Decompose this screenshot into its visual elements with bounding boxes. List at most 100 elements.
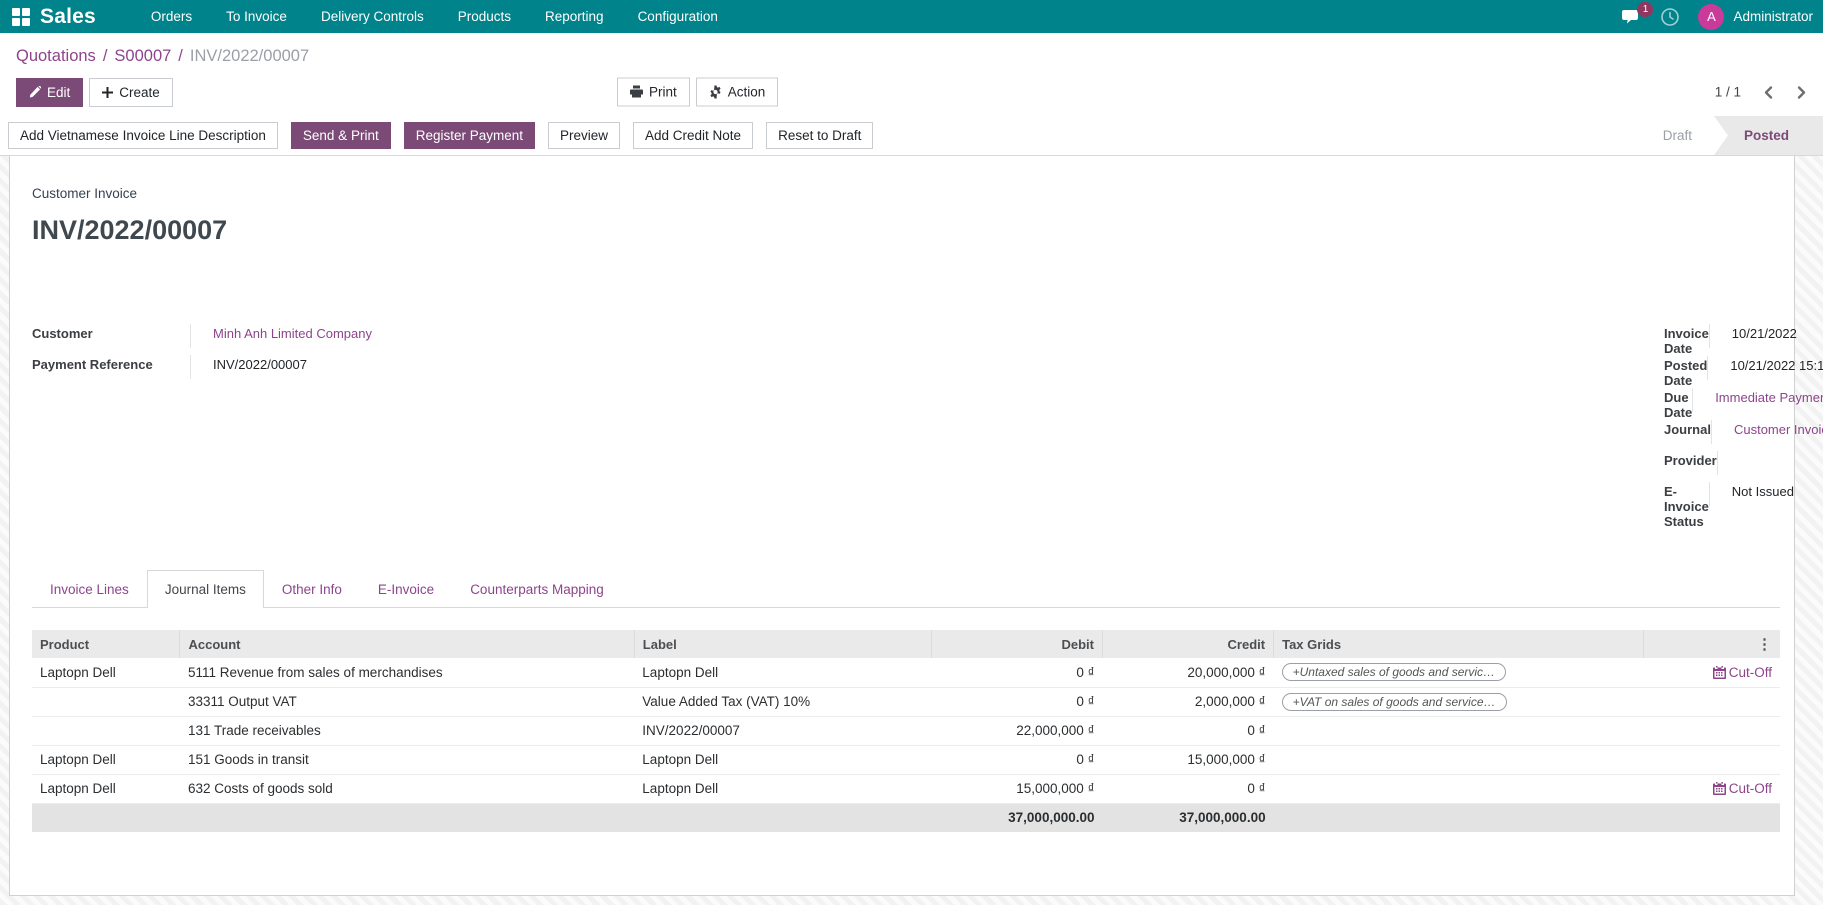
create-button[interactable]: Create xyxy=(89,78,173,107)
status-widget: Draft Posted xyxy=(1641,116,1823,155)
tax-grid-pill[interactable]: +Untaxed sales of goods and servic… xyxy=(1282,663,1506,681)
optional-columns-icon[interactable]: ⋮ xyxy=(1652,635,1772,653)
table-row[interactable]: Laptopn Dell 151 Goods in transit Laptop… xyxy=(32,745,1780,774)
column-optional-toggle: ⋮ xyxy=(1644,630,1780,658)
column-tax-grids[interactable]: Tax Grids xyxy=(1274,630,1644,658)
pager-previous-button[interactable] xyxy=(1763,85,1773,99)
cell-product xyxy=(32,716,180,745)
preview-button[interactable]: Preview xyxy=(548,122,620,149)
action-button[interactable]: Action xyxy=(696,78,779,107)
cell-tax-grids xyxy=(1274,745,1644,774)
pager: 1 / 1 xyxy=(1715,85,1807,100)
cell-cutoff xyxy=(1644,745,1780,774)
column-account[interactable]: Account xyxy=(180,630,634,658)
breadcrumb-separator: / xyxy=(178,47,183,65)
app-brand[interactable]: Sales xyxy=(40,5,96,29)
messages-count-badge: 1 xyxy=(1637,2,1653,17)
journal-label: Journal xyxy=(1664,420,1711,437)
table-row[interactable]: Laptopn Dell 5111 Revenue from sales of … xyxy=(32,658,1780,687)
table-row[interactable]: 33311 Output VAT Value Added Tax (VAT) 1… xyxy=(32,687,1780,716)
tab-e-invoice[interactable]: E-Invoice xyxy=(360,570,452,608)
cell-account: 131 Trade receivables xyxy=(180,716,634,745)
cell-label: Laptopn Dell xyxy=(634,774,931,803)
table-row[interactable]: Laptopn Dell 632 Costs of goods sold Lap… xyxy=(32,774,1780,803)
status-draft[interactable]: Draft xyxy=(1641,116,1714,155)
cell-cutoff xyxy=(1644,716,1780,745)
column-label[interactable]: Label xyxy=(634,630,931,658)
user-menu[interactable]: A Administrator xyxy=(1698,4,1813,30)
cell-cutoff xyxy=(1644,687,1780,716)
cell-label: INV/2022/00007 xyxy=(634,716,931,745)
total-debit: 37,000,000.00 xyxy=(931,803,1102,832)
invoice-number-title: INV/2022/00007 xyxy=(32,215,1780,246)
gear-icon xyxy=(709,86,722,99)
add-credit-note-button[interactable]: Add Credit Note xyxy=(633,122,753,149)
menu-orders[interactable]: Orders xyxy=(134,0,209,33)
column-debit[interactable]: Debit xyxy=(931,630,1102,658)
breadcrumb-s00007[interactable]: S00007 xyxy=(114,47,171,65)
due-date-value[interactable]: Immediate Payment xyxy=(1692,388,1823,412)
plus-icon xyxy=(102,87,113,98)
tab-counterparts-mapping[interactable]: Counterparts Mapping xyxy=(452,570,622,608)
status-posted[interactable]: Posted xyxy=(1714,116,1823,155)
menu-delivery-controls[interactable]: Delivery Controls xyxy=(304,0,441,33)
cell-label: Laptopn Dell xyxy=(634,658,931,687)
breadcrumb-quotations[interactable]: Quotations xyxy=(16,47,96,65)
cell-account: 33311 Output VAT xyxy=(180,687,634,716)
reset-to-draft-button[interactable]: Reset to Draft xyxy=(766,122,873,149)
cell-credit: 0 ₫ xyxy=(1103,774,1274,803)
cutoff-button[interactable]: Cut-Off xyxy=(1713,665,1772,680)
provider-value xyxy=(1717,451,1823,475)
provider-label: Provider xyxy=(1664,451,1717,468)
printer-icon xyxy=(630,86,643,99)
customer-value[interactable]: Minh Anh Limited Company xyxy=(190,324,450,348)
cell-product xyxy=(32,687,180,716)
total-credit: 37,000,000.00 xyxy=(1103,803,1274,832)
tab-journal-items[interactable]: Journal Items xyxy=(147,570,264,608)
journal-value[interactable]: Customer Invoices xyxy=(1711,420,1823,444)
cell-account: 151 Goods in transit xyxy=(180,745,634,774)
table-row[interactable]: 131 Trade receivables INV/2022/00007 22,… xyxy=(32,716,1780,745)
e-invoice-status-value: Not Issued xyxy=(1709,482,1823,506)
calendar-icon xyxy=(1713,666,1726,679)
add-vietnamese-description-button[interactable]: Add Vietnamese Invoice Line Description xyxy=(8,122,278,149)
control-panel: Edit Create Print Action 1 / 1 xyxy=(0,68,1823,116)
cell-debit: 22,000,000 ₫ xyxy=(931,716,1102,745)
cell-cutoff: Cut-Off xyxy=(1644,774,1780,803)
menu-reporting[interactable]: Reporting xyxy=(528,0,621,33)
cell-product: Laptopn Dell xyxy=(32,774,180,803)
column-credit[interactable]: Credit xyxy=(1103,630,1274,658)
breadcrumb: Quotations/S00007/INV/2022/00007 xyxy=(0,33,1823,68)
tab-invoice-lines[interactable]: Invoice Lines xyxy=(32,570,147,608)
cell-product: Laptopn Dell xyxy=(32,745,180,774)
pencil-icon xyxy=(29,86,41,98)
messages-button[interactable]: 1 xyxy=(1622,9,1642,25)
menu-configuration[interactable]: Configuration xyxy=(621,0,735,33)
pager-next-button[interactable] xyxy=(1797,85,1807,99)
invoice-sheet: Customer Invoice INV/2022/00007 Customer… xyxy=(9,156,1795,896)
tab-other-info[interactable]: Other Info xyxy=(264,570,360,608)
posted-date-label: Posted Date xyxy=(1664,356,1707,388)
register-payment-button[interactable]: Register Payment xyxy=(404,122,535,149)
notebook-tabs: Invoice Lines Journal Items Other Info E… xyxy=(32,569,1780,608)
payment-reference-value: INV/2022/00007 xyxy=(190,355,450,379)
cell-tax-grids xyxy=(1274,716,1644,745)
send-print-button[interactable]: Send & Print xyxy=(291,122,391,149)
tax-grid-pill[interactable]: +VAT on sales of goods and service… xyxy=(1282,693,1507,711)
cell-label: Value Added Tax (VAT) 10% xyxy=(634,687,931,716)
cell-product: Laptopn Dell xyxy=(32,658,180,687)
print-button[interactable]: Print xyxy=(617,78,690,107)
form-view-background: Customer Invoice INV/2022/00007 Customer… xyxy=(0,156,1823,905)
menu-products[interactable]: Products xyxy=(441,0,528,33)
journal-items-table: Product Account Label Debit Credit Tax G… xyxy=(32,630,1780,832)
cell-tax-grids: +VAT on sales of goods and service… xyxy=(1274,687,1644,716)
edit-button[interactable]: Edit xyxy=(16,78,83,107)
apps-menu-icon[interactable] xyxy=(12,8,30,26)
invoice-date-label: Invoice Date xyxy=(1664,324,1709,356)
fields-right-column: Invoice Date 10/21/2022 Posted Date 10/2… xyxy=(906,324,1780,529)
column-product[interactable]: Product xyxy=(32,630,180,658)
cutoff-button[interactable]: Cut-Off xyxy=(1713,781,1772,796)
menu-to-invoice[interactable]: To Invoice xyxy=(209,0,304,33)
activity-clock-icon[interactable] xyxy=(1660,7,1680,27)
main-menu: Orders To Invoice Delivery Controls Prod… xyxy=(134,0,735,33)
